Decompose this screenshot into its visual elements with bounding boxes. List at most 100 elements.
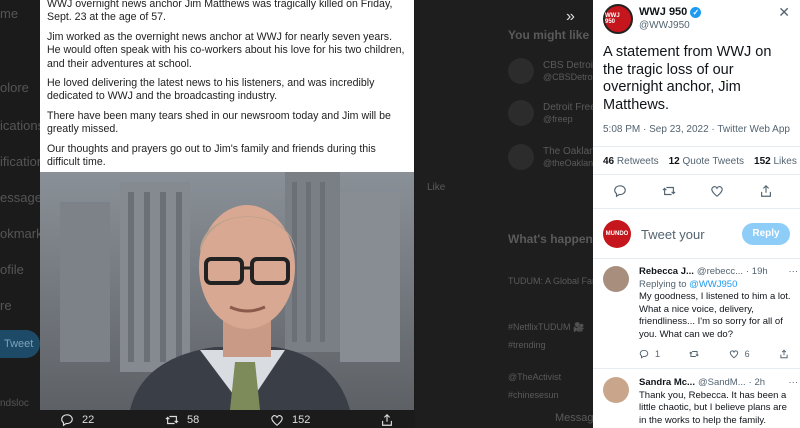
media-viewer: WWJ overnight news anchor Jim Matthews w… (40, 0, 414, 410)
reply-time[interactable]: · 2h (749, 377, 765, 390)
reply-author-name[interactable]: Sandra Mc... (639, 377, 695, 390)
tweet-stats: 46 Retweets 12 Quote Tweets 152 Likes (603, 156, 797, 167)
background-sidebar: me olore ications ifications essages okm… (0, 0, 51, 428)
tweet-detail-panel: ✕ WWJ 950 WWJ 950 ✓ @WWJ950 A statement f… (593, 0, 800, 428)
tweet-text: A statement from WWJ on the tragic loss … (603, 44, 772, 113)
suggestion-avatar[interactable] (508, 144, 534, 170)
likes-stat[interactable]: 152 Likes (754, 156, 797, 167)
sidebar-item-notifications-a[interactable]: ications (0, 118, 44, 133)
tweet-timestamp[interactable]: 5:08 PM · Sep 23, 2022 · Twitter Web App (603, 124, 790, 135)
reply-text: Thank you, Rebecca. It has been a little… (639, 389, 787, 426)
divider (593, 208, 800, 209)
you-might-like-heading: You might like (508, 28, 590, 42)
replying-to-handle[interactable]: @WWJ950 (689, 279, 737, 290)
suggestion-handle: @freep (543, 114, 573, 124)
reply-composer: MUNDO Tweet your Reply (603, 220, 790, 248)
retweet-icon[interactable] (662, 184, 676, 198)
more-options-icon[interactable]: ··· (789, 266, 799, 279)
media-reply-count: 22 (82, 414, 95, 426)
media-retweet-count: 58 (187, 414, 200, 426)
close-icon[interactable]: ✕ (778, 4, 790, 21)
trend-item[interactable]: TUDUM: A Global Fan (508, 276, 597, 286)
avatar[interactable] (603, 266, 629, 292)
reply-input[interactable]: Tweet your (641, 227, 733, 242)
divider (593, 368, 800, 369)
share-icon[interactable] (759, 184, 773, 198)
sidebar-item-explore[interactable]: olore (0, 80, 29, 95)
reply-author-handle[interactable]: @SandM... (698, 377, 746, 390)
statement-paragraph: Our thoughts and prayers go out to Jim's… (47, 142, 376, 169)
suggestion-avatar[interactable] (508, 58, 534, 84)
reply-reply-button[interactable]: 1 (639, 348, 660, 361)
quotes-count: 12 (668, 156, 680, 167)
heart-icon (271, 414, 283, 426)
reply-actions: 1 6 (639, 348, 789, 361)
reply-icon (639, 349, 649, 359)
media-like-button[interactable]: 152 (270, 413, 310, 427)
media-retweet-button[interactable]: 58 (165, 413, 199, 427)
reply-button[interactable]: Reply (742, 223, 790, 245)
share-icon (780, 349, 788, 359)
reply-share-button[interactable] (779, 348, 789, 361)
reply-icon[interactable] (613, 184, 627, 198)
media-reply-button[interactable]: 22 (60, 413, 94, 427)
collapse-panel-chevron-icon[interactable]: » (566, 8, 575, 26)
retweet-icon (689, 350, 700, 357)
divider (593, 174, 800, 175)
heart-icon[interactable] (710, 184, 724, 198)
retweets-count: 46 (603, 156, 615, 167)
sidebar-tweet-button[interactable]: Tweet (0, 330, 40, 358)
tweet-author[interactable]: WWJ 950 WWJ 950 ✓ @WWJ950 (603, 4, 702, 34)
reply-icon (61, 414, 73, 427)
tweet-actions (613, 184, 773, 198)
quote-tweets-stat[interactable]: 12 Quote Tweets (669, 156, 744, 167)
suggestion-avatar[interactable] (508, 100, 534, 126)
trend-item[interactable]: #NetflixTUDUM 🎥 (508, 322, 584, 333)
anchor-portrait-illustration (40, 172, 414, 410)
retweets-stat[interactable]: 46 Retweets (603, 156, 659, 167)
divider (593, 146, 800, 147)
reply-like-count: 6 (744, 348, 750, 359)
more-options-icon[interactable]: ··· (789, 377, 799, 390)
sidebar-account[interactable]: ndsloc (0, 398, 29, 409)
replying-to-label: Replying to (639, 278, 687, 290)
reply-like-button[interactable]: 6 (729, 348, 750, 361)
media-action-bar: 22 58 152 (40, 410, 414, 428)
reply-text: My goodness, I listened to him a lot. Wh… (639, 291, 791, 340)
likes-label: Likes (773, 156, 797, 167)
retweet-icon (165, 415, 179, 425)
quotes-label: Quote Tweets (682, 156, 745, 167)
sidebar-item-profile[interactable]: ofile (0, 262, 24, 277)
media-like-count: 152 (292, 414, 311, 426)
likes-count: 152 (754, 156, 771, 167)
background-like-label: Like (427, 182, 446, 193)
suggestion-name[interactable]: CBS Detroit (543, 60, 596, 71)
heart-icon (729, 350, 738, 359)
media-share-button[interactable] (380, 413, 394, 427)
reply-reply-count: 1 (655, 348, 661, 359)
trend-item[interactable]: #chinesesun (508, 390, 559, 400)
statement-paragraph: There have been many tears shed in our n… (47, 109, 391, 136)
retweets-label: Retweets (616, 156, 659, 167)
share-icon (382, 413, 392, 426)
anchor-photo (40, 172, 414, 410)
verified-badge-icon: ✓ (690, 6, 702, 18)
trend-item[interactable]: @TheActivist (508, 372, 561, 382)
reply-retweet-button[interactable] (689, 348, 700, 361)
reply-author-handle[interactable]: @rebecc... (697, 266, 743, 279)
wwj-logo[interactable]: WWJ 950 (603, 4, 633, 34)
reply-time[interactable]: · 19h (746, 266, 768, 279)
divider (593, 258, 800, 259)
account-name[interactable]: WWJ 950 (639, 6, 687, 18)
sidebar-item-more[interactable]: re (0, 298, 12, 313)
user-avatar[interactable]: MUNDO (603, 220, 631, 248)
statement-paragraph: He loved delivering the latest news to h… (47, 77, 375, 103)
reply-author-name[interactable]: Rebecca J... (639, 266, 694, 279)
background-right-column: You might like CBS Detroit @CBSDetroit D… (415, 0, 611, 428)
trend-item[interactable]: #trending (508, 340, 546, 350)
statement-paragraph: WWJ overnight news anchor Jim Matthews w… (47, 0, 393, 24)
sidebar-item-home[interactable]: me (0, 6, 18, 21)
avatar[interactable] (603, 377, 629, 403)
suggestion-handle: @CBSDetroit (543, 72, 598, 82)
account-handle[interactable]: @WWJ950 (639, 20, 701, 31)
